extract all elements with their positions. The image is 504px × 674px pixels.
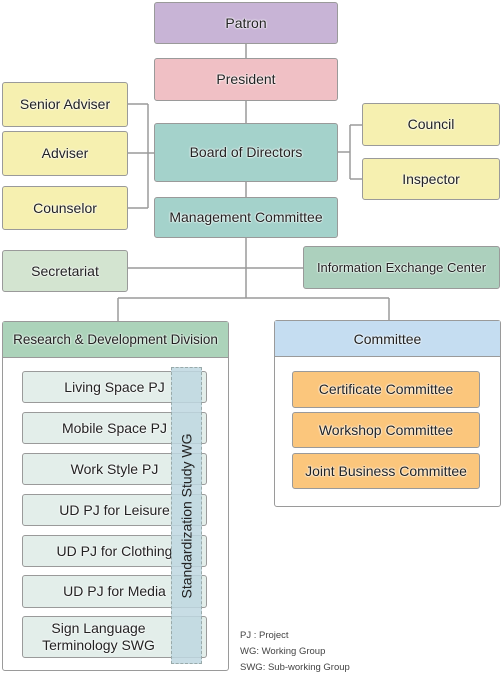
- committee-title: Committee: [353, 330, 422, 347]
- rd-item-label: Work Style PJ: [70, 460, 159, 477]
- committee-item: Certificate Committee: [292, 371, 480, 408]
- board-box: Board of Directors: [154, 123, 338, 182]
- counselor-label: Counselor: [33, 199, 97, 216]
- adviser-box: Adviser: [2, 131, 128, 176]
- abbreviation-legend: PJ : Project WG: Working Group SWG: Sub-…: [240, 628, 350, 674]
- rd-item-label: UD PJ for Leisure: [59, 501, 170, 518]
- org-chart: Patron President Board of Directors Mana…: [0, 0, 504, 674]
- standardization-wg-label: Standardization Study WG: [178, 433, 195, 598]
- board-label: Board of Directors: [189, 144, 303, 161]
- committee-item: Workshop Committee: [292, 412, 480, 448]
- standardization-wg-band: Standardization Study WG: [171, 367, 202, 664]
- rd-item-label: UD PJ for Media: [63, 583, 166, 600]
- legend-item: SWG: Sub-working Group: [240, 662, 350, 673]
- rd-division-header: Research & Development Division: [3, 322, 228, 358]
- management-committee-box: Management Committee: [154, 197, 338, 238]
- adviser-label: Adviser: [41, 145, 89, 162]
- rd-item-label: Living Space PJ: [64, 378, 165, 395]
- rd-item-label: Mobile Space PJ: [61, 419, 168, 436]
- inspector-box: Inspector: [362, 158, 500, 200]
- secretariat-box: Secretariat: [2, 250, 128, 292]
- council-label: Council: [407, 116, 455, 133]
- president-box: President: [154, 58, 338, 101]
- patron-label: Patron: [225, 14, 267, 31]
- rd-item-label: UD PJ for Clothing: [56, 542, 173, 559]
- patron-box: Patron: [154, 2, 338, 44]
- committee-item-label: Certificate Committee: [318, 381, 454, 398]
- committee-item-label: Joint Business Committee: [305, 462, 467, 479]
- legend-item: WG: Working Group: [240, 646, 326, 657]
- rd-item-label: Sign Language Terminology SWG: [42, 620, 155, 653]
- senior-adviser-box: Senior Adviser: [2, 82, 128, 127]
- senior-adviser-label: Senior Adviser: [19, 96, 111, 113]
- committee-header: Committee: [275, 321, 500, 357]
- inspector-label: Inspector: [402, 170, 460, 187]
- president-label: President: [216, 71, 276, 88]
- committee-item: Joint Business Committee: [292, 453, 480, 489]
- rd-division-title: Research & Development Division: [13, 332, 218, 347]
- secretariat-label: Secretariat: [31, 262, 99, 279]
- committee-item-label: Workshop Committee: [318, 421, 454, 438]
- legend-item: PJ : Project: [240, 630, 289, 641]
- management-label: Management Committee: [169, 209, 323, 226]
- counselor-box: Counselor: [2, 186, 128, 230]
- info-exchange-center-label: Information Exchange Center: [316, 259, 487, 275]
- council-box: Council: [362, 103, 500, 146]
- info-exchange-center-box: Information Exchange Center: [303, 246, 500, 289]
